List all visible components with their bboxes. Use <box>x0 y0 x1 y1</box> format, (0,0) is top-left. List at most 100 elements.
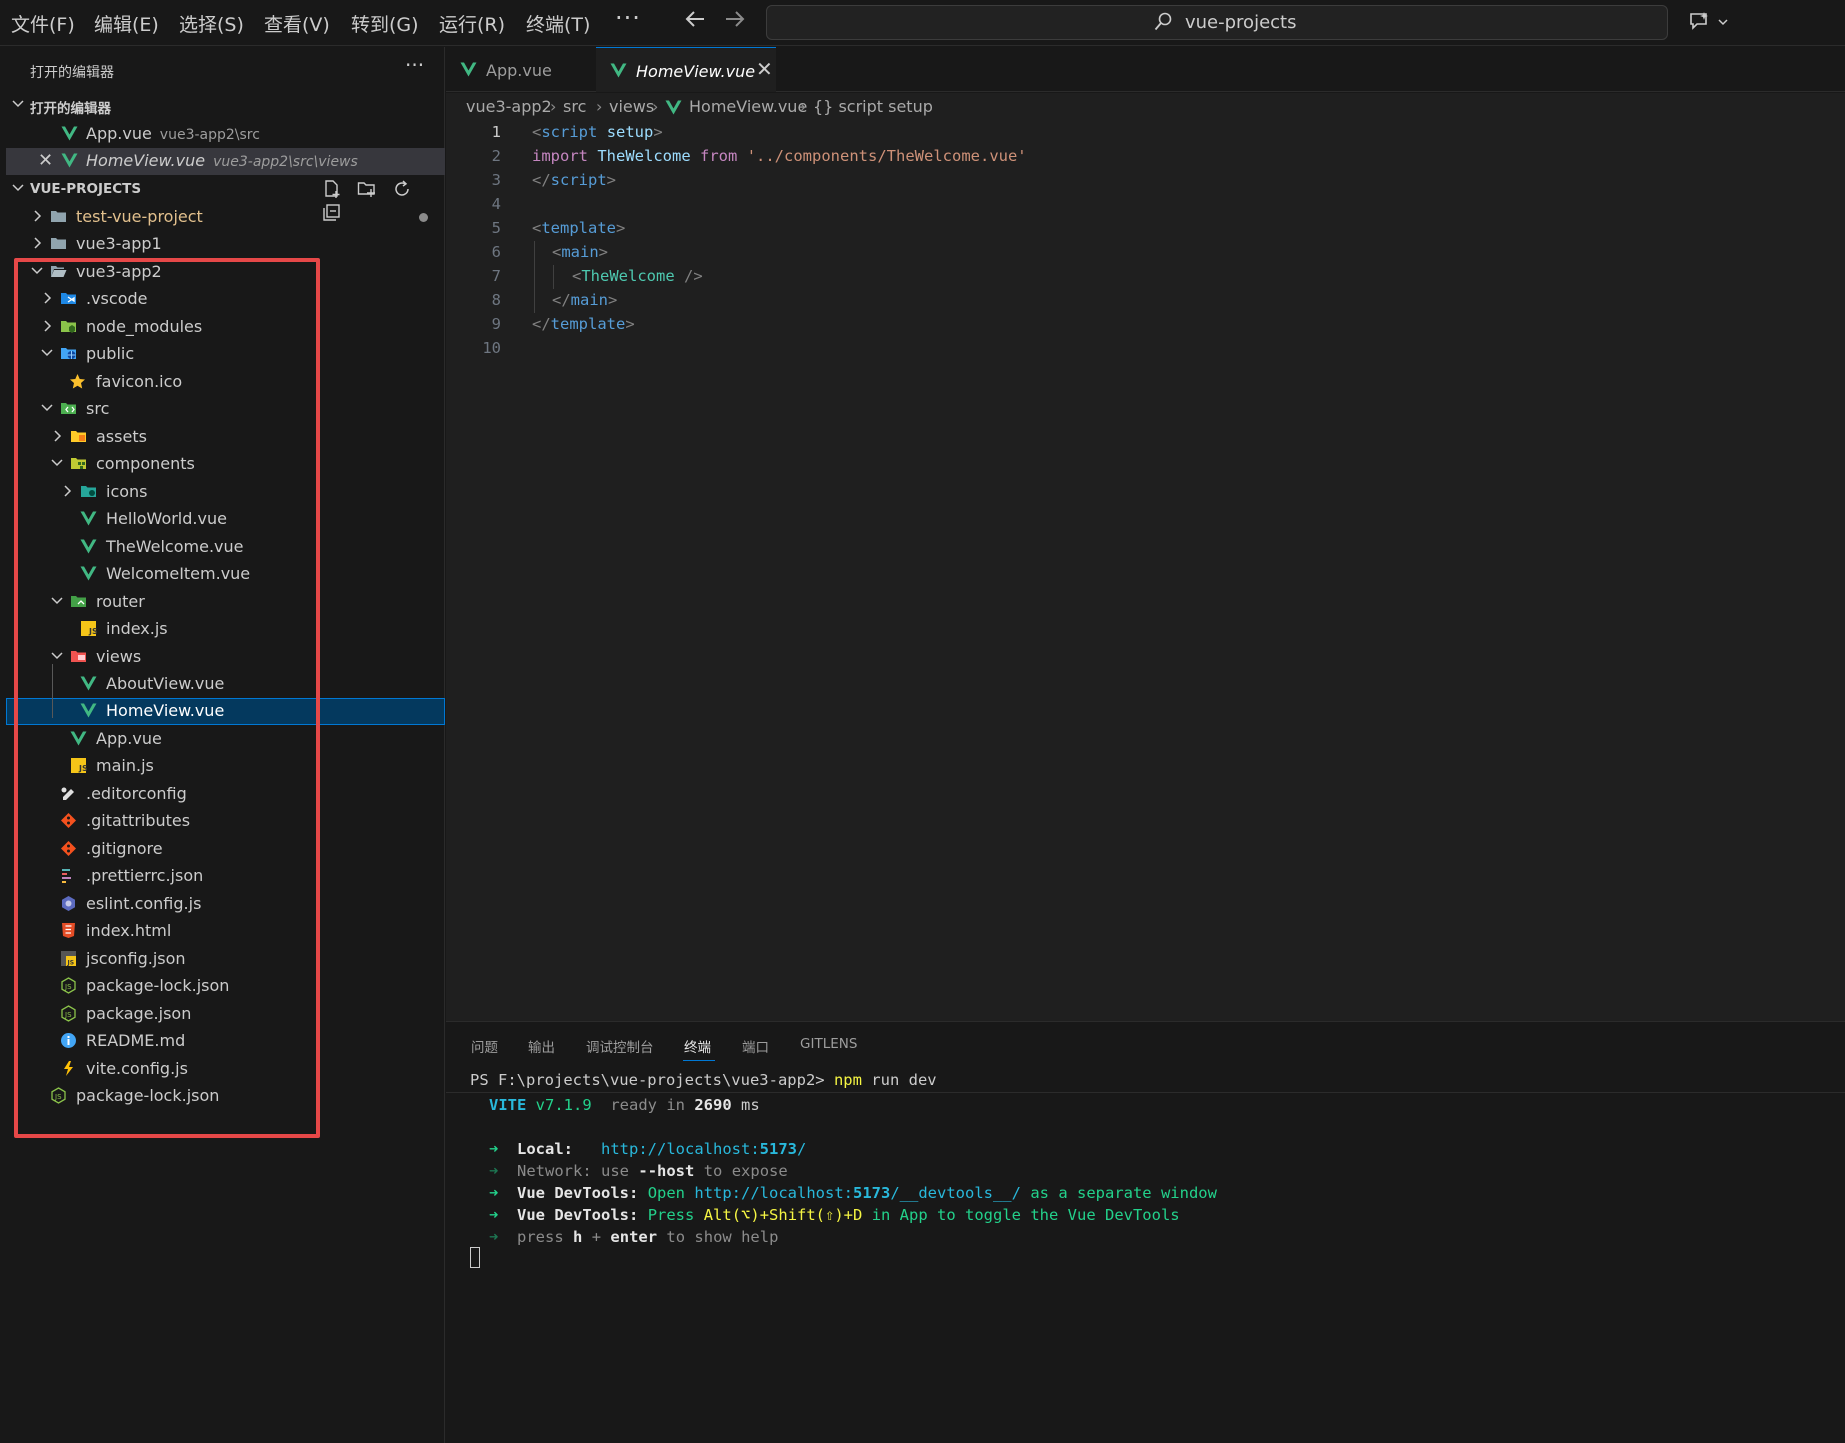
tab-debug-console[interactable]: 调试控制台 <box>586 1036 654 1056</box>
workspace-header[interactable]: VUE-PROJECTS <box>6 176 445 221</box>
menu-file[interactable]: 文件(F) <box>11 10 75 37</box>
tree-item-label: README.md <box>86 1031 186 1050</box>
copilot-icon[interactable] <box>1688 10 1730 36</box>
tree-item[interactable]: public <box>6 341 445 368</box>
breadcrumb-item[interactable]: src <box>563 97 586 116</box>
indent-guide <box>553 265 554 289</box>
tree-item[interactable]: .gitignore <box>6 836 445 863</box>
chevron-right-icon <box>50 428 64 442</box>
tree-item[interactable]: HelloWorld.vue <box>6 506 445 533</box>
code-editor[interactable]: 1 2 3 4 5 6 7 8 9 10 <script setup> impo… <box>446 121 1845 1021</box>
tree-item[interactable]: AboutView.vue <box>6 671 445 698</box>
tree-item[interactable]: App.vue <box>6 726 445 753</box>
menu-run[interactable]: 运行(R) <box>439 10 505 37</box>
tree-item[interactable]: assets <box>6 424 445 451</box>
close-icon[interactable]: ✕ <box>756 57 773 81</box>
tree-item[interactable]: node_modules <box>6 314 445 341</box>
tab-app-vue[interactable]: App.vue <box>446 47 596 92</box>
tab-gitlens[interactable]: GITLENS <box>800 1036 857 1052</box>
open-editor-item[interactable]: ✕ HomeView.vue vue3-app2\src\views <box>6 148 445 175</box>
open-editor-item[interactable]: App.vue vue3-app2\src <box>6 121 445 148</box>
tree-item[interactable]: JS main.js <box>6 753 445 780</box>
tree-item-label: TheWelcome.vue <box>106 537 244 556</box>
vue-file-icon <box>80 510 97 527</box>
vue-file-icon <box>61 152 78 169</box>
tab-ports[interactable]: 端口 <box>742 1036 769 1056</box>
tree-item[interactable]: JS package-lock.json <box>6 1083 445 1110</box>
tab-homeview-vue[interactable]: HomeView.vue ✕ <box>596 47 776 92</box>
tree-item[interactable]: vue3-app2 <box>6 259 445 286</box>
tree-item-label: icons <box>106 482 148 501</box>
tree-item[interactable]: src <box>6 396 445 423</box>
back-arrow-icon[interactable] <box>684 8 706 36</box>
tree-item[interactable]: favicon.ico <box>6 369 445 396</box>
node-folder-icon <box>60 318 77 335</box>
tree-item[interactable]: README.md <box>6 1028 445 1055</box>
tree-item[interactable]: JS package-lock.json <box>6 973 445 1000</box>
command-center-search[interactable]: vue-projects <box>766 5 1668 40</box>
tree-item[interactable]: .editorconfig <box>6 781 445 808</box>
refresh-icon[interactable] <box>392 179 412 199</box>
tree-item-label: favicon.ico <box>96 372 183 391</box>
tree-item[interactable]: vue3-app1 <box>6 231 445 258</box>
tree-item[interactable]: vite.config.js <box>6 1056 445 1083</box>
tree-item-label: package-lock.json <box>86 976 230 995</box>
open-editor-name: HomeView.vue <box>86 151 206 170</box>
tree-item-selected[interactable]: HomeView.vue <box>6 698 445 725</box>
chevron-right-icon <box>30 235 44 249</box>
new-folder-icon[interactable] <box>357 179 377 199</box>
tree-item[interactable]: .prettierrc.json <box>6 863 445 890</box>
tree-item[interactable]: JS package.json <box>6 1001 445 1028</box>
tree-item[interactable]: icons <box>6 479 445 506</box>
tree-item-label: AboutView.vue <box>106 674 225 693</box>
close-icon[interactable]: ✕ <box>38 150 53 171</box>
menu-selection[interactable]: 选择(S) <box>179 10 244 37</box>
tree-item-label: .prettierrc.json <box>86 866 204 885</box>
open-editors-header[interactable]: 打开的编辑器 <box>6 92 445 119</box>
chevron-right-icon: › <box>652 97 659 116</box>
forward-arrow-icon[interactable] <box>724 8 746 36</box>
tree-item[interactable]: TheWelcome.vue <box>6 534 445 561</box>
breadcrumb-item[interactable]: {} script setup <box>813 97 933 116</box>
breadcrumb-item[interactable]: views <box>609 97 654 116</box>
terminal-cursor[interactable] <box>470 1247 480 1268</box>
tree-item[interactable]: JS jsconfig.json <box>6 946 445 973</box>
tree-item[interactable]: eslint.config.js <box>6 891 445 918</box>
tree-item[interactable]: index.html <box>6 918 445 945</box>
menu-terminal[interactable]: 终端(T) <box>526 10 590 37</box>
tree-item[interactable]: JS index.js <box>6 616 445 643</box>
tab-output[interactable]: 输出 <box>528 1036 555 1056</box>
tab-problems[interactable]: 问题 <box>471 1036 498 1056</box>
breadcrumb-item[interactable]: HomeView.vue <box>689 97 807 116</box>
tree-item[interactable]: WelcomeItem.vue <box>6 561 445 588</box>
tree-item-label: package.json <box>86 1004 192 1023</box>
new-file-icon[interactable] <box>322 179 342 199</box>
chevron-down-icon <box>50 648 64 662</box>
tree-item-label: HomeView.vue <box>106 701 225 720</box>
tree-item[interactable]: components <box>6 451 445 478</box>
tree-item[interactable]: views <box>6 644 445 671</box>
menu-view[interactable]: 查看(V) <box>264 10 330 37</box>
tree-item[interactable]: router <box>6 589 445 616</box>
vue-file-icon <box>80 702 97 719</box>
star-icon <box>69 373 86 390</box>
breadcrumb-item[interactable]: vue3-app2 <box>466 97 552 116</box>
tree-item-label: vite.config.js <box>86 1059 188 1078</box>
line-number: 4 <box>491 195 501 213</box>
tree-item[interactable]: .gitattributes <box>6 808 445 835</box>
vue-file-icon <box>610 62 627 79</box>
tree-item[interactable]: test-vue-project <box>6 204 445 231</box>
vue-file-icon <box>80 565 97 582</box>
tree-item[interactable]: .vscode <box>6 286 445 313</box>
menu-go[interactable]: 转到(G) <box>351 10 419 37</box>
svg-text:JS: JS <box>88 627 97 636</box>
code-line: <TheWelcome /> <box>572 267 703 285</box>
menu-more-button[interactable]: ··· <box>615 4 641 32</box>
folder-icon <box>50 235 67 252</box>
chevron-right-icon: › <box>596 97 603 116</box>
sidebar-more-button[interactable]: ··· <box>405 53 424 77</box>
menu-edit[interactable]: 编辑(E) <box>94 10 159 37</box>
tab-terminal[interactable]: 终端 <box>684 1036 711 1056</box>
terminal-line: ➜ Network: use --host to expose <box>489 1162 788 1180</box>
tree-indent-guide <box>52 664 53 718</box>
